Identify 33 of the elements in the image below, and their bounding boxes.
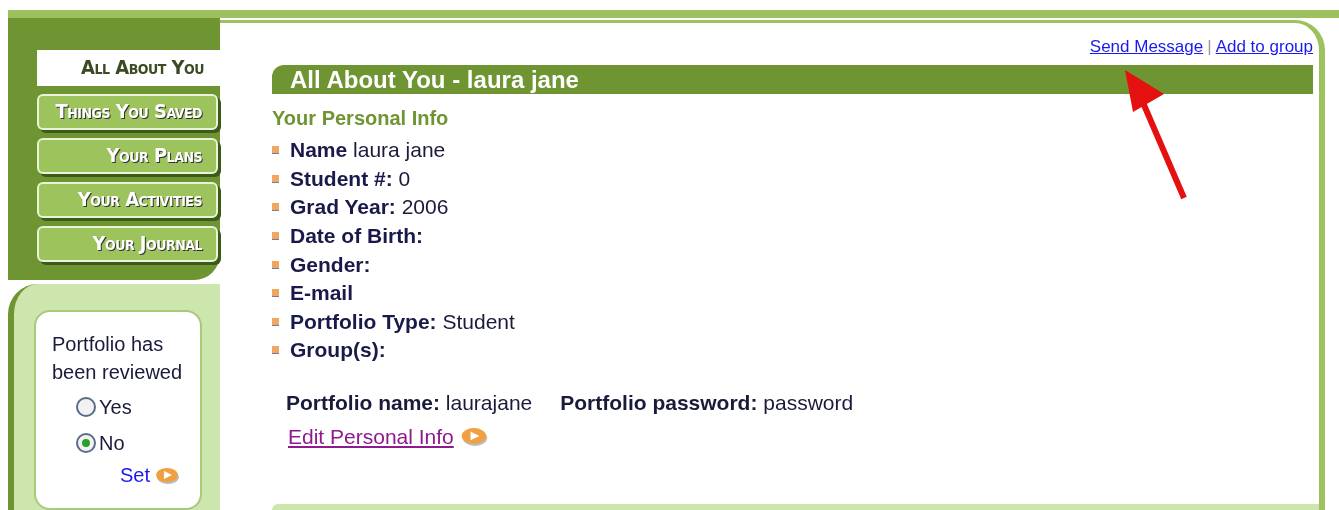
info-field: Name laura jane	[290, 138, 446, 163]
page-title: All About You - laura jane	[290, 65, 579, 94]
play-icon	[459, 426, 490, 447]
bullet-icon	[272, 317, 279, 326]
link-separator: |	[1207, 37, 1212, 57]
play-icon	[156, 466, 181, 485]
send-message-link[interactable]: Send Message	[1089, 37, 1204, 57]
review-label: Portfolio has been reviewed	[52, 332, 184, 385]
bullet-icon	[272, 146, 279, 155]
radio-button[interactable]	[76, 433, 96, 453]
info-field: Gender:	[290, 252, 371, 277]
set-link[interactable]: Set	[120, 464, 151, 487]
bullet-icon	[272, 174, 279, 183]
credential-text: Portfolio password: password	[560, 390, 854, 415]
edit-info-link[interactable]: Edit Personal Info	[288, 424, 454, 449]
bullet-icon	[272, 289, 279, 298]
bullet-icon	[272, 232, 279, 241]
bullet-icon	[272, 346, 279, 355]
radio-label: No	[99, 431, 125, 455]
add-to-group-link[interactable]: Add to group	[1215, 37, 1313, 57]
info-field: Grad Year: 2006	[290, 195, 449, 220]
bullet-icon	[272, 260, 279, 269]
nav-tab[interactable]: All About You	[37, 50, 220, 86]
radio-label: Yes	[99, 395, 132, 419]
info-field: Date of Birth:	[290, 224, 423, 249]
info-field: Student #: 0	[290, 166, 411, 191]
info-field: Group(s):	[290, 338, 386, 363]
info-field: Portfolio Type: Student	[290, 309, 515, 334]
bullet-icon	[272, 203, 279, 212]
credential-text: Portfolio name: laurajane	[286, 390, 533, 415]
info-field: E-mail	[290, 281, 354, 306]
radio-button[interactable]	[76, 397, 96, 417]
section-title: Your Personal Info	[272, 107, 450, 130]
